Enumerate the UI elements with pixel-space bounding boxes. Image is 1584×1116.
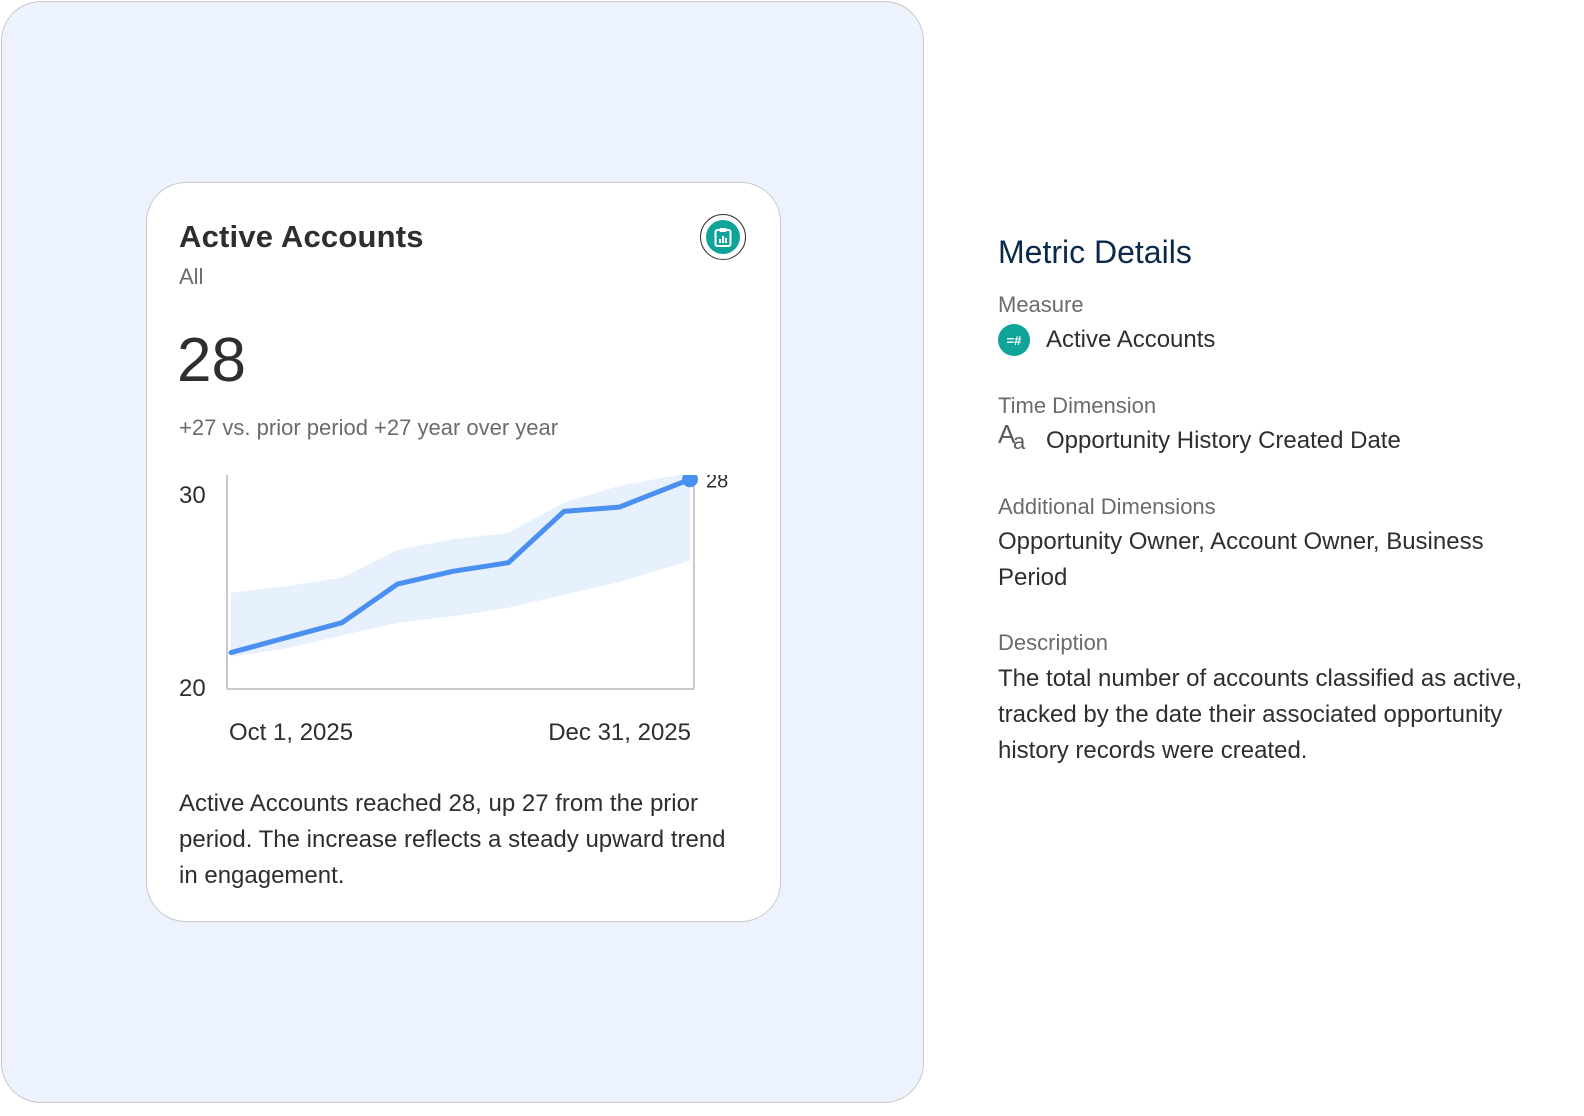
end-point-label: 28 xyxy=(706,475,728,492)
clipboard-chart-icon[interactable] xyxy=(700,214,746,260)
description-label: Description xyxy=(998,630,1109,655)
metric-value: 28 xyxy=(177,326,246,395)
y-tick-label: 30 xyxy=(179,482,206,509)
card-filter-label: All xyxy=(179,264,204,289)
trend-chart: 28 30 20 Oct 1, 2025 Dec 31, 2025 xyxy=(179,475,728,746)
additional-dimensions-label: Additional Dimensions xyxy=(998,494,1216,519)
time-dimension-row: A a Opportunity History Created Date xyxy=(998,419,1401,457)
x-tick-label: Dec 31, 2025 xyxy=(548,719,691,746)
text-field-icon: A a xyxy=(998,419,1026,454)
x-tick-label: Oct 1, 2025 xyxy=(229,719,353,746)
measure-label: Measure xyxy=(998,292,1084,317)
chart-summary: Active Accounts reached 28, up 27 from t… xyxy=(179,790,726,889)
card-title: Active Accounts xyxy=(179,219,424,254)
time-dimension-value: Opportunity History Created Date xyxy=(1046,427,1401,454)
measure-value: Active Accounts xyxy=(1046,326,1216,353)
number-field-icon: =# xyxy=(998,324,1030,356)
y-tick-label: 20 xyxy=(179,675,206,702)
details-title: Metric Details xyxy=(998,234,1192,270)
additional-dimensions-value: Opportunity Owner, Account Owner, Busine… xyxy=(998,528,1484,591)
time-dimension-label: Time Dimension xyxy=(998,393,1157,418)
metric-details-panel: Metric Details Measure =# Active Account… xyxy=(974,218,1584,888)
metric-change: +27 vs. prior period +27 year over year xyxy=(179,415,559,440)
description-value: The total number of accounts classified … xyxy=(998,665,1523,764)
measure-row: =# Active Accounts xyxy=(998,324,1215,356)
range-band xyxy=(231,475,690,657)
metric-card[interactable]: Active Accounts All 28 +27 vs. prior per… xyxy=(146,182,781,922)
